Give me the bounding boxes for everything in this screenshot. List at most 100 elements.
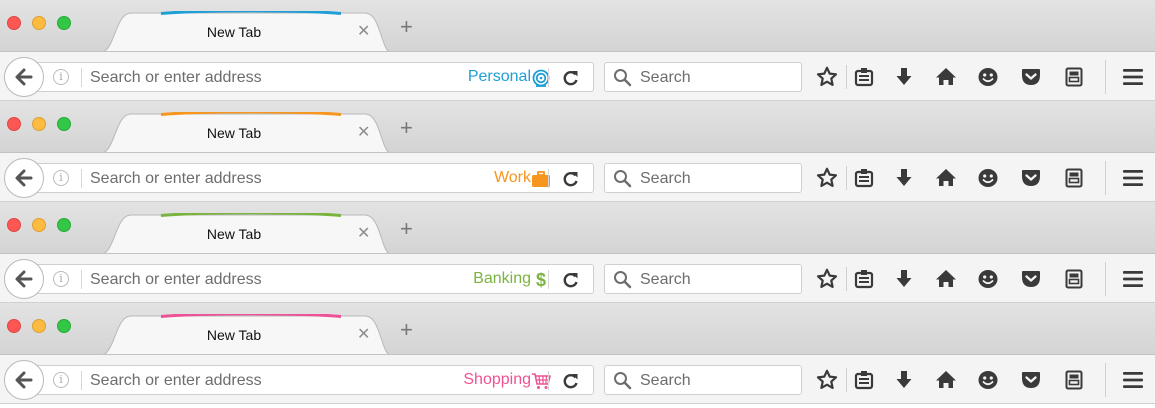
search-icon — [614, 170, 632, 188]
url-input[interactable]: Search or enter address — [90, 372, 262, 390]
maximize-window-button[interactable] — [57, 16, 71, 30]
reload-icon[interactable] — [561, 169, 581, 189]
home-icon[interactable] — [935, 369, 957, 391]
url-input[interactable]: Search or enter address — [90, 69, 262, 87]
info-icon[interactable]: i — [53, 170, 69, 186]
divider — [1105, 60, 1106, 94]
sidebar-icon[interactable] — [1063, 66, 1085, 88]
sidebar-icon[interactable] — [1063, 369, 1085, 391]
tab-new-tab[interactable]: New Tab ✕ — [101, 11, 391, 52]
divider — [846, 267, 847, 291]
home-icon[interactable] — [935, 66, 957, 88]
close-window-button[interactable] — [7, 117, 21, 131]
tab-new-tab[interactable]: New Tab ✕ — [101, 112, 391, 153]
info-icon[interactable]: i — [53, 69, 69, 85]
search-box[interactable]: Search — [604, 264, 802, 294]
hamburger-menu-icon[interactable] — [1122, 268, 1144, 290]
navigation-toolbar: i Search or enter address Work Search — [0, 152, 1155, 202]
close-window-button[interactable] — [7, 16, 21, 30]
pocket-icon[interactable] — [1020, 268, 1042, 290]
library-icon[interactable] — [853, 167, 875, 189]
back-button[interactable] — [4, 360, 44, 400]
container-label: Work — [493, 169, 531, 186]
new-tab-button[interactable]: + — [400, 117, 413, 139]
tab-title: New Tab — [206, 327, 262, 343]
reload-icon[interactable] — [561, 68, 581, 88]
tab-new-tab[interactable]: New Tab ✕ — [101, 213, 391, 254]
window-controls — [7, 16, 71, 30]
tab-close-icon[interactable]: ✕ — [357, 223, 370, 243]
search-box[interactable]: Search — [604, 62, 802, 92]
back-button[interactable] — [4, 158, 44, 198]
browser-window-stack: New Tab ✕ + i Search or enter address Pe… — [0, 0, 1155, 404]
url-bar[interactable]: i Search or enter address Banking $ — [34, 264, 594, 294]
star-icon[interactable] — [816, 167, 838, 189]
tab-strip: New Tab ✕ + — [0, 202, 1155, 254]
new-tab-button[interactable]: + — [400, 16, 413, 38]
search-input[interactable]: Search — [640, 372, 691, 390]
url-input[interactable]: Search or enter address — [90, 170, 262, 188]
tab-close-icon[interactable]: ✕ — [357, 324, 370, 344]
sidebar-icon[interactable] — [1063, 268, 1085, 290]
window-controls — [7, 117, 71, 131]
library-icon[interactable] — [853, 66, 875, 88]
maximize-window-button[interactable] — [57, 319, 71, 333]
hamburger-menu-icon[interactable] — [1122, 369, 1144, 391]
home-icon[interactable] — [935, 167, 957, 189]
back-button[interactable] — [4, 57, 44, 97]
close-window-button[interactable] — [7, 319, 21, 333]
close-window-button[interactable] — [7, 218, 21, 232]
download-icon[interactable] — [893, 66, 915, 88]
star-icon[interactable] — [816, 369, 838, 391]
download-icon[interactable] — [893, 167, 915, 189]
url-bar[interactable]: i Search or enter address Work — [34, 163, 594, 193]
window-controls — [7, 218, 71, 232]
divider — [846, 65, 847, 89]
url-bar[interactable]: i Search or enter address Personal — [34, 62, 594, 92]
emoji-icon[interactable] — [977, 369, 999, 391]
hamburger-menu-icon[interactable] — [1122, 167, 1144, 189]
search-box[interactable]: Search — [604, 365, 802, 395]
library-icon[interactable] — [853, 369, 875, 391]
url-input[interactable]: Search or enter address — [90, 271, 262, 289]
url-bar[interactable]: i Search or enter address Shopping — [34, 365, 594, 395]
download-icon[interactable] — [893, 369, 915, 391]
star-icon[interactable] — [816, 268, 838, 290]
download-icon[interactable] — [893, 268, 915, 290]
maximize-window-button[interactable] — [57, 218, 71, 232]
info-icon[interactable]: i — [53, 271, 69, 287]
search-input[interactable]: Search — [640, 170, 691, 188]
tab-title: New Tab — [206, 24, 262, 40]
new-tab-button[interactable]: + — [400, 218, 413, 240]
library-icon[interactable] — [853, 268, 875, 290]
emoji-icon[interactable] — [977, 268, 999, 290]
minimize-window-button[interactable] — [32, 319, 46, 333]
reload-icon[interactable] — [561, 270, 581, 290]
tab-strip: New Tab ✕ + — [0, 101, 1155, 153]
browser-window: New Tab ✕ + i Search or enter address Ba… — [0, 202, 1155, 303]
sidebar-icon[interactable] — [1063, 167, 1085, 189]
search-input[interactable]: Search — [640, 69, 691, 87]
maximize-window-button[interactable] — [57, 117, 71, 131]
pocket-icon[interactable] — [1020, 369, 1042, 391]
divider — [1105, 161, 1106, 195]
tab-close-icon[interactable]: ✕ — [357, 21, 370, 41]
minimize-window-button[interactable] — [32, 16, 46, 30]
reload-icon[interactable] — [561, 371, 581, 391]
search-box[interactable]: Search — [604, 163, 802, 193]
home-icon[interactable] — [935, 268, 957, 290]
pocket-icon[interactable] — [1020, 66, 1042, 88]
info-icon[interactable]: i — [53, 372, 69, 388]
new-tab-button[interactable]: + — [400, 319, 413, 341]
minimize-window-button[interactable] — [32, 218, 46, 232]
star-icon[interactable] — [816, 66, 838, 88]
emoji-icon[interactable] — [977, 66, 999, 88]
search-input[interactable]: Search — [640, 271, 691, 289]
pocket-icon[interactable] — [1020, 167, 1042, 189]
hamburger-menu-icon[interactable] — [1122, 66, 1144, 88]
back-button[interactable] — [4, 259, 44, 299]
tab-new-tab[interactable]: New Tab ✕ — [101, 314, 391, 355]
minimize-window-button[interactable] — [32, 117, 46, 131]
emoji-icon[interactable] — [977, 167, 999, 189]
tab-close-icon[interactable]: ✕ — [357, 122, 370, 142]
